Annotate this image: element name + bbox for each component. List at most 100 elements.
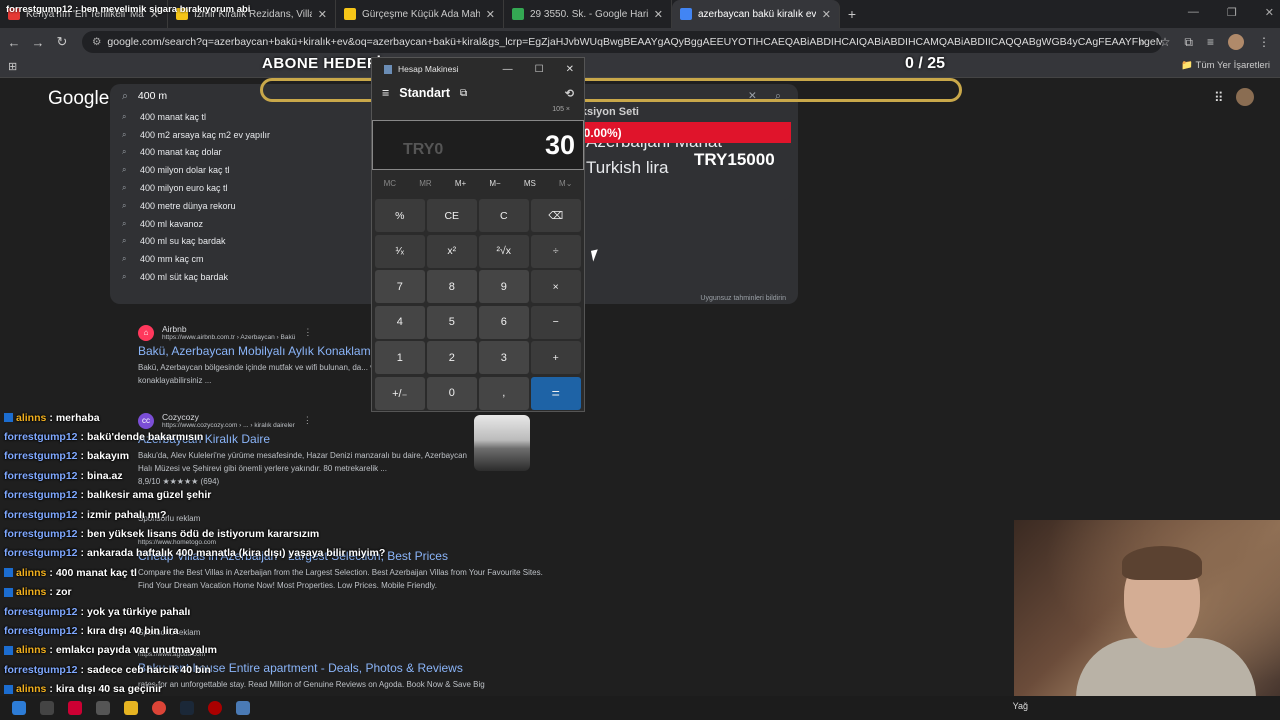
chat-separator: : (80, 489, 85, 502)
suggestion-text: 400 manat kaç dolar (140, 147, 222, 158)
result-url[interactable]: https://www.airbnb.com.tr › Azerbaycan ›… (162, 334, 295, 341)
minimize-icon[interactable]: — (503, 64, 513, 75)
browser-tab[interactable]: 29 3550. Sk. - Google Haritalar ✕ (504, 0, 672, 28)
back-icon[interactable]: ← (2, 35, 26, 50)
weather-tray[interactable]: Yağ (1013, 701, 1028, 711)
memory-button[interactable]: MS (524, 179, 536, 188)
calc-key[interactable]: ⌫ (531, 199, 581, 232)
history-icon[interactable]: ⟲ (565, 87, 574, 100)
memory-button[interactable]: MC (384, 179, 396, 188)
file-explorer-icon[interactable] (124, 701, 138, 715)
tab-close-icon[interactable]: ✕ (318, 8, 327, 21)
chat-username: forrestgump12 (4, 528, 78, 541)
browser-tab[interactable]: azerbaycan bakü kiralık ev - Go ✕ (672, 0, 840, 28)
calc-key[interactable]: ²√x (479, 234, 529, 268)
calc-key[interactable]: % (375, 199, 425, 232)
chat-message: alinns: emlakcı payıda var unutmayalım (4, 641, 424, 660)
calc-key[interactable]: 4 (375, 305, 425, 339)
calc-key[interactable]: − (531, 305, 581, 339)
menu-icon[interactable]: ⋮ (1258, 35, 1270, 49)
result-thumbnail[interactable] (474, 415, 530, 471)
forward-icon[interactable]: → (26, 35, 50, 50)
tab-close-icon[interactable]: ✕ (822, 8, 831, 21)
chat-separator: : (80, 450, 85, 463)
maximize-icon[interactable]: ☐ (535, 64, 544, 75)
memory-button[interactable]: M⌄ (559, 179, 572, 188)
chat-separator: : (80, 605, 85, 618)
maximize-icon[interactable]: ❐ (1227, 6, 1237, 19)
suggestion-text: 400 ml süt kaç bardak (140, 272, 229, 283)
calculator-display: TRY0 30 (372, 120, 584, 170)
chat-username: alinns (16, 644, 47, 657)
calc-key[interactable]: CE (427, 199, 477, 232)
tab-close-icon[interactable]: ✕ (654, 8, 663, 21)
calc-key[interactable]: , (479, 376, 529, 410)
tab-close-icon[interactable]: ✕ (486, 8, 495, 21)
close-icon[interactable]: ✕ (1265, 6, 1274, 19)
calculator-taskbar-icon[interactable] (236, 701, 250, 715)
minimize-icon[interactable]: — (1188, 6, 1199, 19)
google-apps-icon[interactable]: ⠿ (1214, 90, 1224, 106)
calc-key[interactable]: 0 (427, 376, 477, 410)
reload-icon[interactable]: ↻ (50, 34, 74, 50)
chrome-icon[interactable] (152, 701, 166, 715)
google-logo[interactable]: Google (48, 88, 109, 110)
new-tab-button[interactable]: + (840, 6, 864, 22)
apps-grid-icon[interactable]: ⊞ (8, 60, 17, 73)
search-icon[interactable] (40, 701, 54, 715)
task-view-icon[interactable] (96, 701, 110, 715)
chat-text: yok ya türkiye pahalı (87, 605, 191, 618)
calc-key[interactable]: 9 (479, 270, 529, 303)
extensions-icon[interactable]: ⧉ (1184, 35, 1193, 50)
report-predictions-link[interactable]: Uygunsuz tahminleri bildirin (700, 295, 786, 302)
taskbar-app-icon[interactable] (68, 701, 82, 715)
bookmark-star-icon[interactable]: ☆ (1160, 35, 1171, 49)
calc-key[interactable]: x² (427, 234, 477, 268)
address-bar[interactable]: ⚙ google.com/search?q=azerbaycan+bakü+ki… (82, 31, 1162, 53)
search-icon: ⌕ (122, 147, 127, 157)
memory-button[interactable]: MR (419, 179, 431, 188)
calc-key[interactable]: +/₋ (375, 376, 425, 410)
site-info-icon[interactable]: ⚙ (92, 36, 101, 48)
all-bookmarks-link[interactable]: 📁 Tüm Yer İşaretleri (1181, 60, 1270, 71)
memory-button[interactable]: M− (489, 179, 500, 188)
browser-tab[interactable]: Gürçeşme Küçük Ada Mahalles ✕ (336, 0, 504, 28)
chat-separator: : (80, 624, 85, 637)
calc-key[interactable]: 7 (375, 270, 425, 303)
calc-key[interactable]: + (531, 341, 581, 374)
calc-key[interactable]: ¹⁄ₓ (375, 234, 425, 268)
calc-key[interactable]: 6 (479, 305, 529, 339)
windows-start-icon[interactable] (12, 701, 26, 715)
calculator-window[interactable]: Hesap Makinesi — ☐ ✕ ≡ Standart ⧉ ⟲ 105 … (371, 57, 585, 412)
search-input[interactable]: 400 m (138, 90, 167, 102)
reading-list-icon[interactable]: ≡ (1207, 35, 1214, 49)
more-options-icon[interactable]: ⋮ (303, 327, 312, 338)
calc-key[interactable]: 3 (479, 341, 529, 374)
calc-key[interactable]: 8 (427, 270, 477, 303)
calc-key[interactable]: 1 (375, 341, 425, 374)
twitch-icon (4, 684, 13, 694)
calc-key[interactable]: C (479, 199, 529, 232)
memory-button[interactable]: M+ (455, 179, 466, 188)
obs-icon[interactable] (208, 701, 222, 715)
suggestion-text: 400 mm kaç cm (140, 254, 204, 265)
zoom-icon[interactable]: ⌕ (1139, 35, 1146, 50)
calc-key[interactable]: ÷ (531, 234, 581, 268)
calc-key[interactable]: = (531, 376, 581, 410)
calc-key[interactable]: 2 (427, 341, 477, 374)
calc-key[interactable]: 5 (427, 305, 477, 339)
calc-key[interactable]: × (531, 270, 581, 303)
search-icon: ⌕ (122, 129, 127, 139)
keep-on-top-icon[interactable]: ⧉ (460, 88, 467, 99)
chat-username: alinns (16, 586, 47, 599)
hamburger-menu-icon[interactable]: ≡ (382, 86, 389, 100)
subscriber-goal-bar (260, 78, 962, 102)
steam-icon[interactable] (180, 701, 194, 715)
close-icon[interactable]: ✕ (566, 64, 574, 75)
profile-avatar[interactable] (1228, 34, 1244, 50)
browser-toolbar: ← → ↻ ⚙ google.com/search?q=azerbaycan+b… (0, 28, 1280, 56)
calculator-keypad: % CE C ⌫ ¹⁄ₓ x² ²√x ÷ 7 8 9 × 4 5 6− 1 2 3 + +/₋ 0, = (372, 197, 584, 412)
chat-separator: : (80, 431, 85, 444)
google-account-avatar[interactable] (1236, 88, 1254, 106)
calculator-titlebar[interactable]: Hesap Makinesi — ☐ ✕ (372, 58, 584, 80)
